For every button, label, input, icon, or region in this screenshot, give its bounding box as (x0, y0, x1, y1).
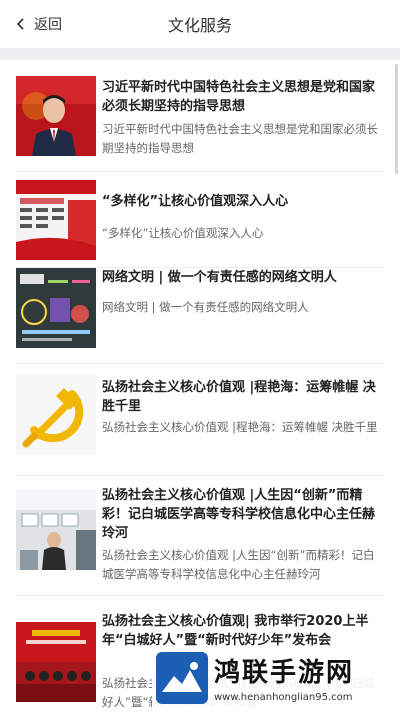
article-summary: “多样化”让核心价值观深入人心 (102, 226, 264, 240)
header-divider (0, 48, 400, 60)
list-item[interactable]: 弘扬社会主义核心价值观 |程艳海：运筹帷幄 决胜千里 弘扬社会主义核心价值观 |… (0, 364, 400, 476)
list-item[interactable]: 弘扬社会主义核心价值观 |人生因“创新”而精彩！记白城医学高等专科学校信息化中心… (0, 476, 400, 596)
watermark-overlay: 鸿联手游网 www.henanhonglian95.com (152, 648, 400, 711)
stage-event-icon (16, 622, 96, 702)
top-navigation-bar: 返回 文化服务 (0, 0, 400, 48)
article-title: 习近平新时代中国特色社会主义思想是党和国家必须长期坚持的指导思想 (102, 80, 376, 114)
article-title: 弘扬社会主义核心价值观 |程艳海：运筹帷幄 决胜千里 (102, 380, 376, 414)
watermark-name: 鸿联手游网 (214, 658, 355, 688)
portrait-photo-icon (16, 76, 96, 156)
article-summary: 弘扬社会主义核心价值观 |人生因“创新”而精彩！记白城医学高等专科学校信息化中心… (102, 548, 375, 581)
article-summary: 习近平新时代中国特色社会主义思想是党和国家必须长期坚持的指导思想 (102, 122, 378, 155)
page-title: 文化服务 (167, 16, 232, 35)
list-item[interactable]: 网络文明 | 做一个有责任感的网络文明人 网络文明 | 做一个有责任感的网络文明… (0, 268, 400, 364)
poster-board-icon (16, 180, 96, 260)
article-summary: 弘扬社会主义核心价值观 |程艳海：运筹帷幄 决胜千里 (102, 420, 378, 434)
article-title: 弘扬社会主义核心价值观 |人生因“创新”而精彩！记白城医学高等专科学校信息化中心… (102, 488, 376, 541)
site-logo-icon (156, 652, 208, 704)
blackboard-drawing-icon (16, 268, 96, 348)
list-item[interactable]: 习近平新时代中国特色社会主义思想是党和国家必须长期坚持的指导思想 习近平新时代中… (0, 60, 400, 172)
list-item[interactable]: “多样化”让核心价值观深入人心 “多样化”让核心价值观深入人心 (0, 172, 400, 268)
hammer-sickle-icon (16, 374, 96, 454)
classroom-photo-icon (16, 490, 96, 570)
article-title: “多样化”让核心价值观深入人心 (102, 194, 289, 209)
watermark-url: www.henanhonglian95.com (214, 692, 353, 703)
article-title: 网络文明 | 做一个有责任感的网络文明人 (102, 270, 337, 285)
article-summary: 网络文明 | 做一个有责任感的网络文明人 (102, 300, 309, 314)
article-title: 弘扬社会主义核心价值观| 我市举行2020上半年“白城好人”暨“新时代好少年”发… (102, 614, 369, 648)
